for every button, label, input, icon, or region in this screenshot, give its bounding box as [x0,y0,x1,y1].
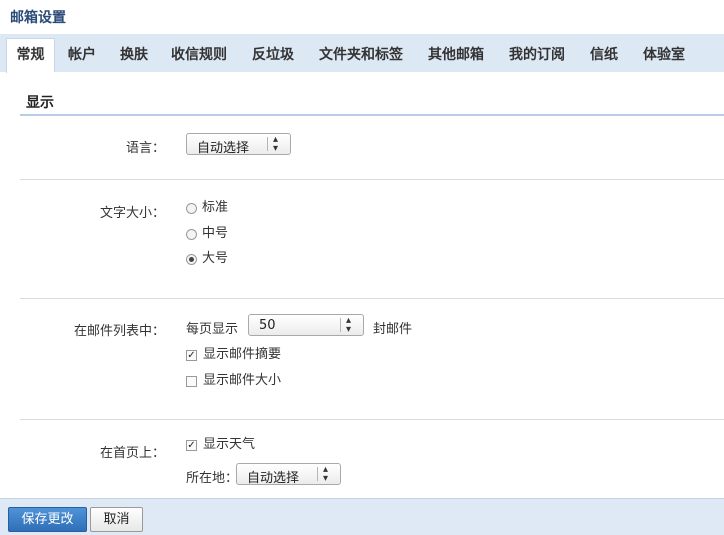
checkbox-checked-icon: ✓ [186,349,197,361]
section-title: 显示 [26,95,54,111]
checkbox-icon [186,375,197,387]
language-label: 语言： [125,141,165,156]
save-button[interactable]: 保存更改 [8,507,87,532]
tab-lab[interactable]: 体验室 [636,39,692,72]
font-size-standard-option[interactable]: 标准 [186,199,228,217]
page-title: 邮箱设置 [10,10,66,26]
section-divider [20,114,724,116]
radio-icon [186,228,197,240]
location-select-value: 自动选择 [247,471,300,486]
homepage-label: 在首页上： [99,446,165,461]
per-page-prefix: 每页显示 [186,322,239,337]
font-size-medium-option[interactable]: 中号 [186,225,228,243]
location-label: 所在地： [186,471,239,486]
tab-account[interactable]: 帐户 [60,39,104,72]
tab-general[interactable]: 常规 [6,38,55,73]
per-page-suffix: 封邮件 [373,322,413,337]
show-summary-checkbox[interactable]: ✓ 显示邮件摘要 [186,346,281,364]
select-arrows-icon: ▴ ▾ [346,315,352,335]
divider [20,419,724,420]
divider [20,179,724,180]
per-page-select-value: 50 [259,318,276,333]
checkbox-checked-icon: ✓ [186,439,197,451]
font-size-large-option[interactable]: 大号 [186,250,228,268]
tab-anti-spam[interactable]: 反垃圾 [244,39,302,72]
language-select[interactable]: 自动选择 ▴ ▾ [186,133,291,156]
radio-selected-icon [186,253,197,265]
language-select-value: 自动选择 [197,141,250,156]
font-size-label: 文字大小： [99,206,165,221]
tab-stationery[interactable]: 信纸 [582,39,626,72]
tab-subscriptions[interactable]: 我的订阅 [502,39,572,72]
location-select[interactable]: 自动选择 ▴ ▾ [236,463,341,486]
radio-icon [186,202,197,214]
tab-folders-labels[interactable]: 文件夹和标签 [312,39,410,72]
select-arrows-icon: ▴ ▾ [323,464,329,484]
bottom-action-bar: 保存更改 取消 [0,498,724,535]
tab-skin[interactable]: 换肤 [112,39,156,72]
settings-tab-bar: 常规 帐户 换肤 收信规则 反垃圾 文件夹和标签 其他邮箱 我的订阅 信纸 体验… [0,34,724,73]
cancel-button[interactable]: 取消 [90,507,143,532]
select-arrows-icon: ▴ ▾ [273,134,279,154]
mail-list-label: 在邮件列表中： [73,324,165,339]
show-weather-checkbox[interactable]: ✓ 显示天气 [186,436,255,454]
divider [20,298,724,299]
tab-inbox-rules[interactable]: 收信规则 [164,39,234,72]
show-size-checkbox[interactable]: 显示邮件大小 [186,372,281,390]
tab-other-mailbox[interactable]: 其他邮箱 [420,39,492,72]
settings-content: 显示 语言： 自动选择 ▴ ▾ 文字大小： 标准 中号 大号 在邮件列表中： 每页… [20,72,724,498]
per-page-select[interactable]: 50 ▴ ▾ [248,314,364,336]
